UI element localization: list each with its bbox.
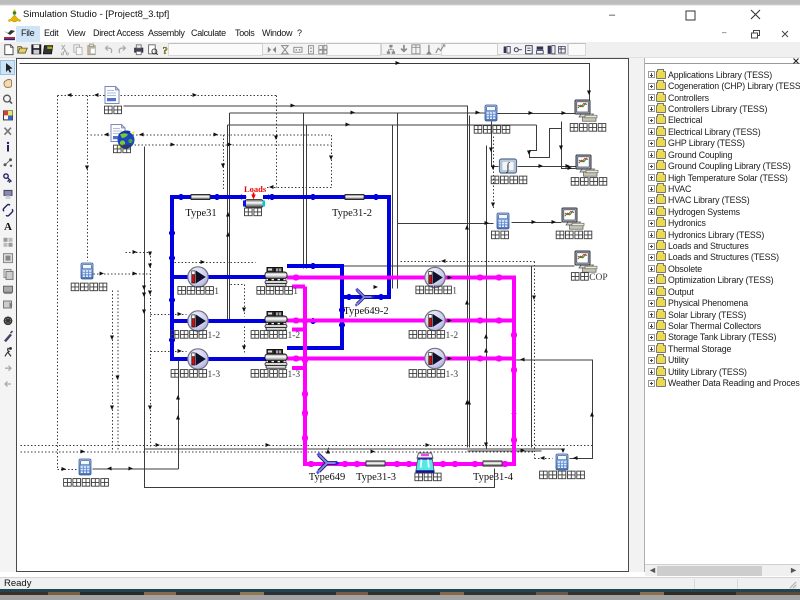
- svg-text:1-3: 1-3: [446, 370, 459, 380]
- svg-text:1-2: 1-2: [446, 331, 459, 341]
- svg-text:1-2: 1-2: [208, 331, 221, 341]
- svg-text:COP: COP: [589, 273, 607, 283]
- svg-text:A: A: [4, 221, 12, 233]
- svg-text:1: 1: [452, 287, 457, 297]
- svg-text:1: 1: [214, 287, 219, 297]
- svg-text:?: ?: [162, 46, 167, 57]
- svg-text:1-3: 1-3: [208, 370, 221, 380]
- svg-text:1-3: 1-3: [288, 370, 301, 380]
- svg-text:Type649: Type649: [309, 472, 346, 483]
- svg-text:1: 1: [293, 287, 298, 297]
- svg-text:Type31-3: Type31-3: [356, 472, 396, 483]
- svg-text:Loads: Loads: [244, 184, 267, 194]
- svg-text:Type649-2: Type649-2: [343, 306, 388, 317]
- svg-text:Type31-2: Type31-2: [332, 208, 372, 219]
- svg-text:Type31-4: Type31-4: [473, 472, 514, 483]
- svg-text:1-2: 1-2: [288, 331, 301, 341]
- svg-text:Type31: Type31: [185, 208, 216, 219]
